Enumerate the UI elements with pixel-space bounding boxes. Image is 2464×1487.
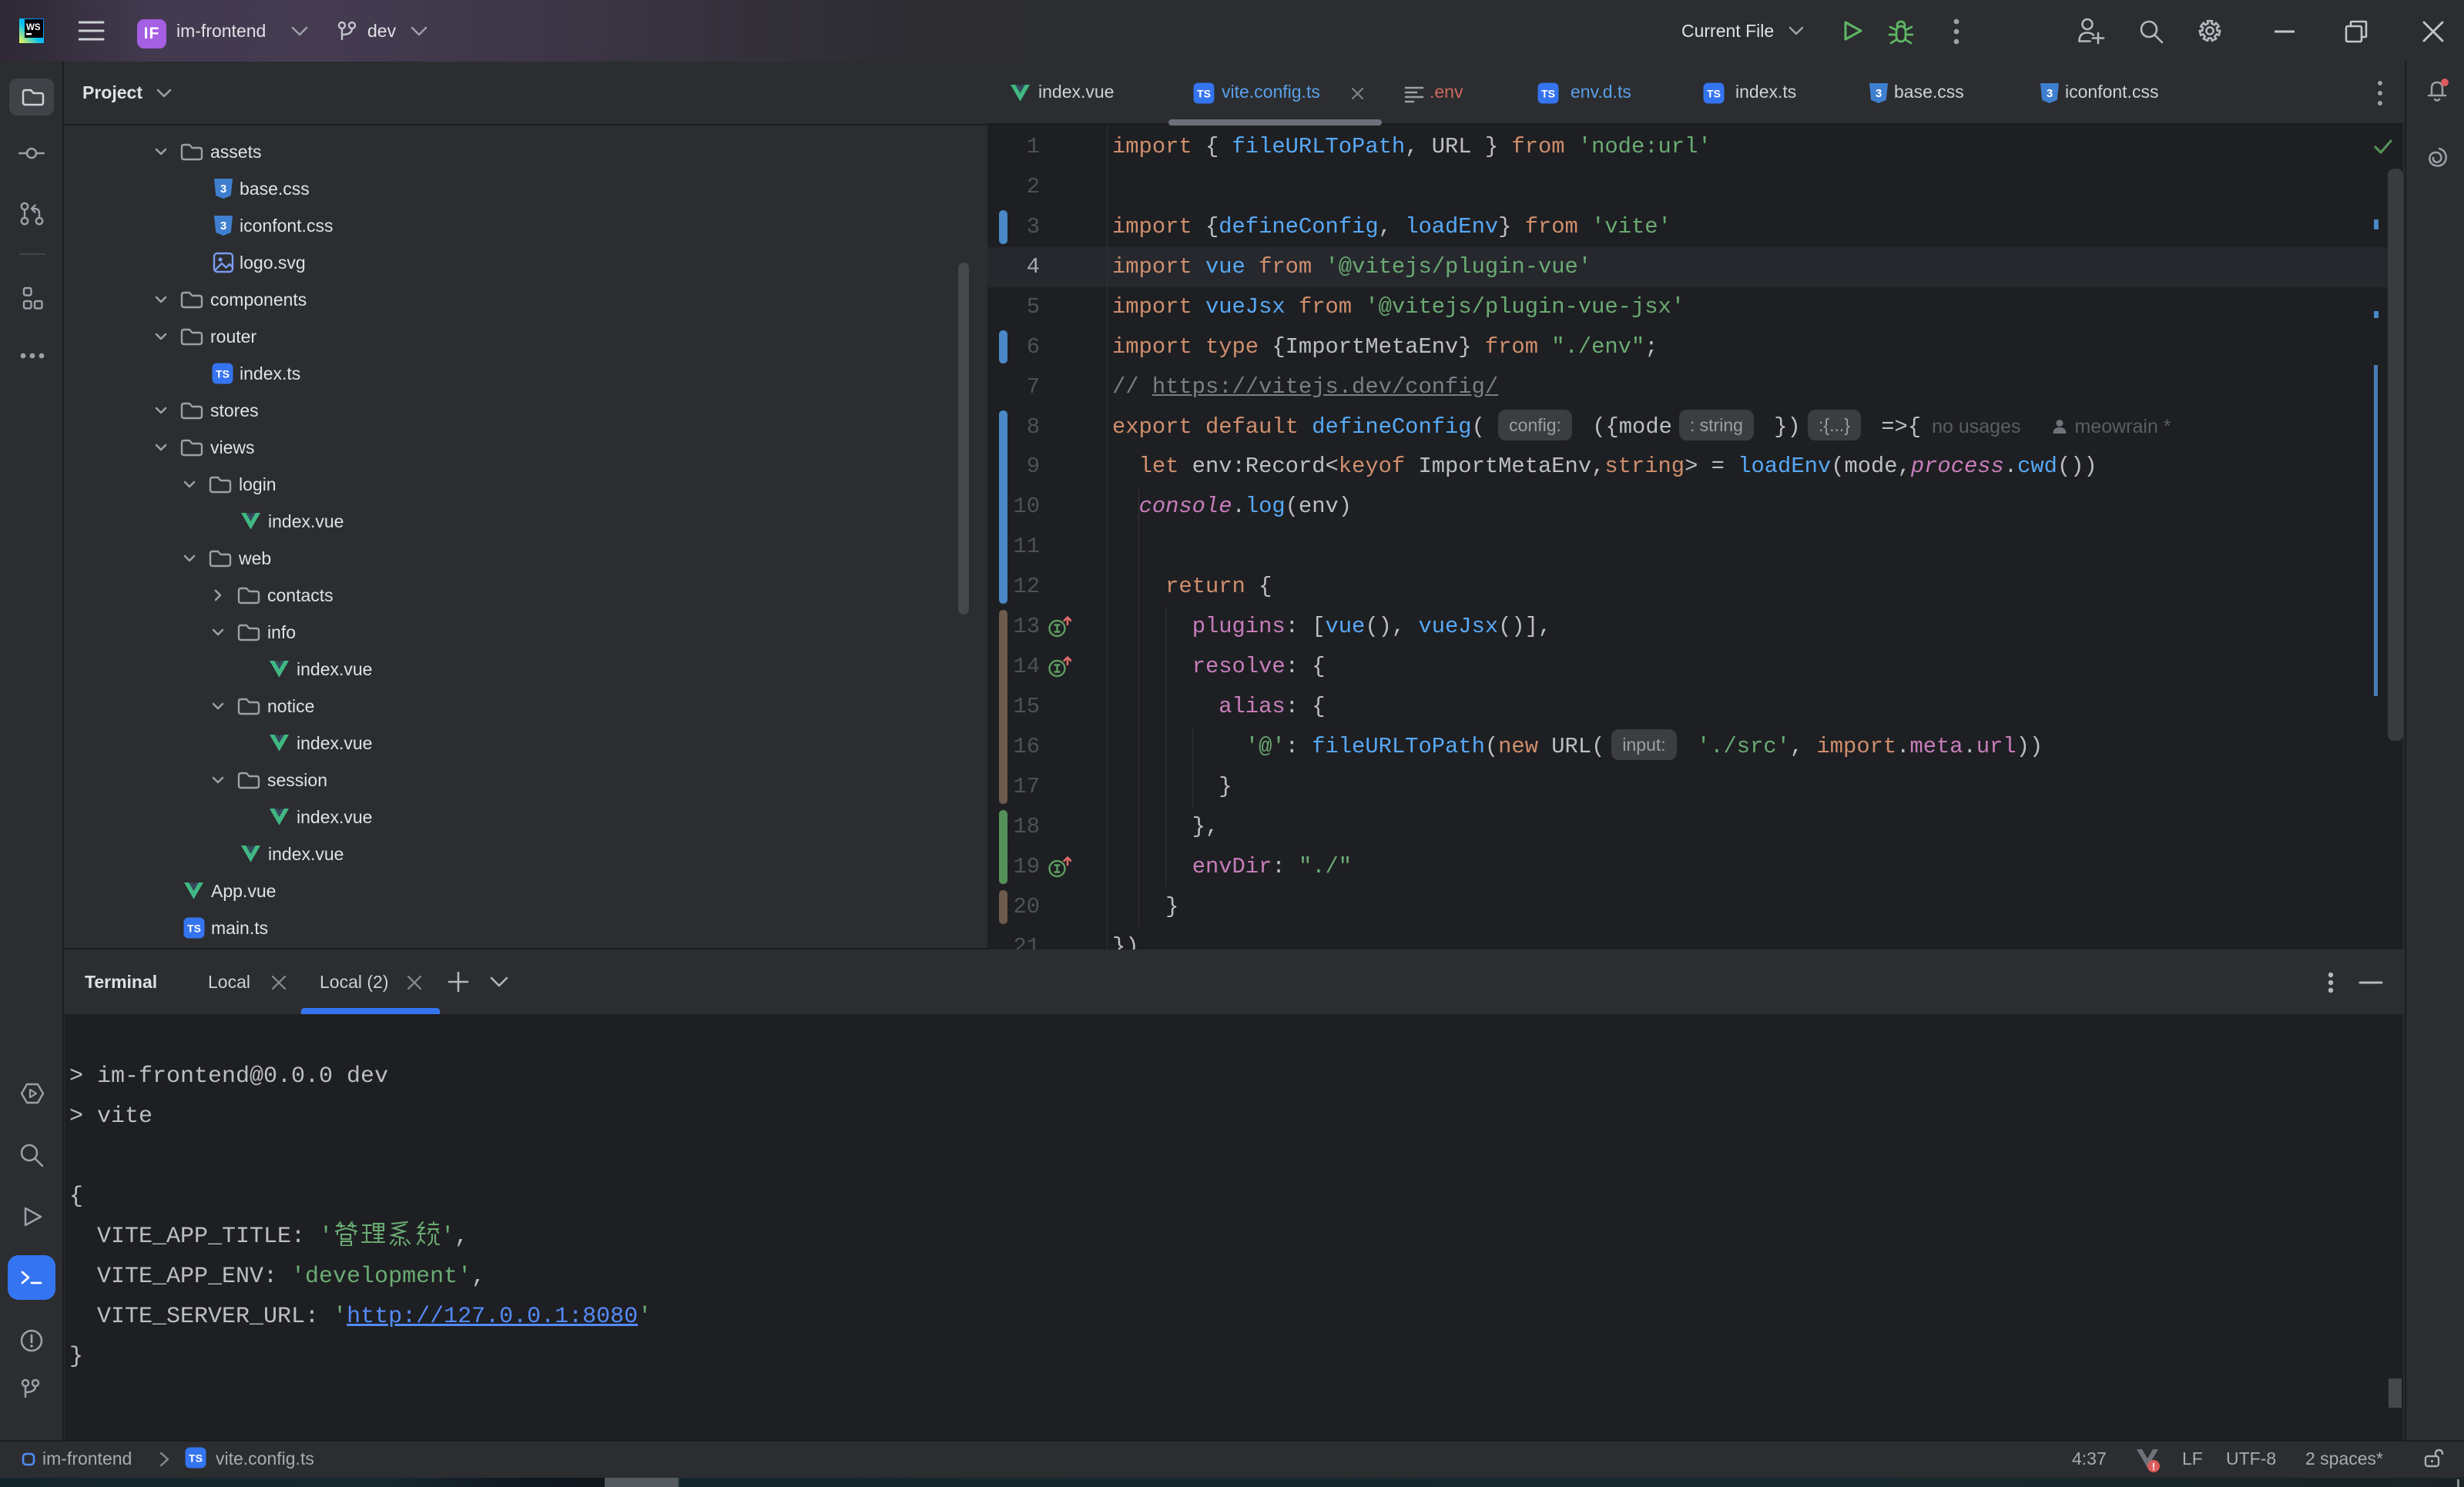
svg-text:TS: TS — [187, 923, 201, 935]
svg-text:WS: WS — [26, 23, 41, 32]
svg-text:TS: TS — [1197, 88, 1211, 100]
svg-text:TS: TS — [216, 368, 230, 380]
svg-text:3: 3 — [220, 219, 226, 233]
svg-text:TS: TS — [1541, 88, 1555, 100]
svg-text:TS: TS — [189, 1452, 203, 1465]
svg-text:3: 3 — [2047, 87, 2053, 100]
svg-text:3: 3 — [220, 183, 226, 196]
svg-text:TS: TS — [1707, 88, 1721, 100]
svg-text:!: ! — [2152, 1461, 2155, 1472]
svg-text:3: 3 — [1876, 87, 1882, 100]
